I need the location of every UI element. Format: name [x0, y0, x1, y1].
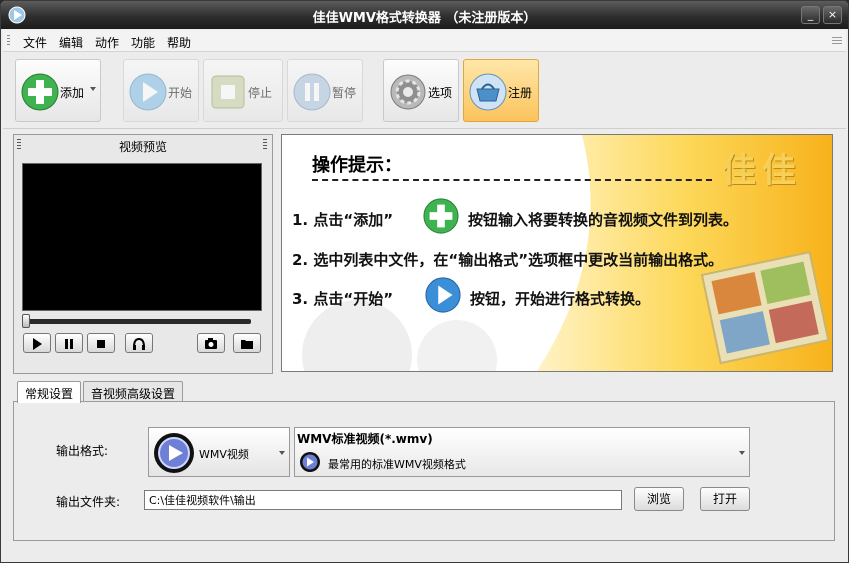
camera-icon: [205, 338, 217, 349]
menu-edit[interactable]: 编辑: [59, 34, 83, 51]
output-format-select[interactable]: WMV视频: [148, 427, 290, 477]
play-icon: [33, 338, 42, 350]
gear-icon: [390, 74, 426, 110]
options-button[interactable]: 选项: [383, 59, 459, 122]
tip-line-1-end: 按钮输入将要转换的音视频文件到列表。: [468, 211, 739, 229]
menu-grip-icon: [7, 35, 10, 47]
open-folder-button[interactable]: 打开: [700, 487, 750, 511]
tab-advanced-av-settings[interactable]: 音视频高级设置: [83, 381, 184, 402]
pause-icon: [293, 73, 331, 111]
pause-button-label: 暂停: [332, 86, 357, 100]
pause-control-button[interactable]: [55, 333, 83, 353]
tip-line-2: 2. 选中列表中文件，在“输出格式”选项框中更改当前输出格式。: [292, 251, 724, 269]
app-window: 佳佳WMV格式转换器 （未注册版本） _ × 文件 编辑 动作 功能 帮助 添加: [0, 0, 849, 563]
output-folder-label: 输出文件夹:: [56, 495, 121, 509]
tip-line-1-start: 1. 点击“添加”: [292, 211, 394, 229]
output-folder-input[interactable]: [144, 490, 622, 510]
chevron-down-icon: [739, 451, 745, 455]
stop-icon: [97, 340, 105, 348]
output-format-value: WMV视频: [199, 448, 249, 461]
format-preset-select[interactable]: WMV标准视频(*.wmv) 最常用的标准WMV视频格式: [294, 427, 750, 477]
options-button-label: 选项: [428, 86, 453, 100]
volume-control-button[interactable]: [125, 333, 153, 353]
stop-button[interactable]: 停止: [203, 59, 283, 122]
settings-tabs: 常规设置 音视频高级设置 输出格式: WMV视频 WMV标准视频(*.wmv): [13, 381, 835, 541]
stop-control-button[interactable]: [87, 333, 115, 353]
folder-icon: [241, 340, 253, 349]
menu-function[interactable]: 功能: [131, 34, 155, 51]
seek-slider-thumb[interactable]: [22, 314, 30, 328]
operation-tips-panel: 操作提示： 佳佳 1. 点击“添加” 按钮输入将要转换的音视频文件到列表。 2.…: [281, 134, 833, 372]
play-control-button[interactable]: [23, 333, 51, 353]
menu-file[interactable]: 文件: [23, 34, 47, 51]
stop-button-label: 停止: [248, 86, 273, 100]
browse-button[interactable]: 浏览: [634, 487, 684, 511]
basket-icon: [469, 73, 507, 111]
plus-icon: [423, 198, 459, 234]
menu-action[interactable]: 动作: [95, 34, 119, 51]
tips-divider: [312, 179, 712, 181]
video-preview-panel: 视频预览: [13, 134, 273, 374]
add-dropdown-arrow-icon[interactable]: [90, 87, 96, 91]
toolbar: 添加 开始 停止 暂停 选项 注册: [3, 53, 846, 129]
window-title: 佳佳WMV格式转换器 （未注册版本）: [312, 11, 537, 26]
start-button[interactable]: 开始: [123, 59, 199, 122]
menu-help[interactable]: 帮助: [167, 34, 191, 51]
play-icon: [129, 73, 167, 111]
headphones-icon: [133, 337, 145, 350]
wmv-preset-icon: [300, 452, 320, 472]
panel-grip-right-icon: [263, 139, 267, 149]
snapshot-button[interactable]: [197, 333, 225, 353]
plus-icon: [21, 73, 59, 111]
format-preset-title: WMV标准视频(*.wmv): [297, 432, 433, 446]
wmv-logo-icon: [154, 433, 194, 473]
seek-slider[interactable]: [24, 319, 251, 324]
status-bar: [3, 547, 846, 561]
video-preview-title: 视频预览: [118, 140, 167, 154]
close-button[interactable]: ×: [823, 6, 842, 24]
minimize-button[interactable]: _: [801, 6, 820, 24]
format-preset-description: 最常用的标准WMV视频格式: [328, 458, 466, 471]
title-bar[interactable]: 佳佳WMV格式转换器 （未注册版本） _ ×: [1, 1, 848, 29]
play-icon: [425, 277, 461, 313]
chevron-down-icon: [279, 451, 285, 455]
video-screen: [22, 163, 262, 311]
tab-general-settings[interactable]: 常规设置: [17, 381, 82, 403]
tips-heading: 操作提示：: [312, 155, 402, 176]
pause-icon: [65, 339, 73, 349]
stop-icon: [211, 75, 245, 109]
pause-button[interactable]: 暂停: [287, 59, 363, 122]
add-button-label: 添加: [60, 86, 85, 100]
menu-grip-right-icon: [832, 37, 842, 45]
open-snapshot-folder-button[interactable]: [233, 333, 261, 353]
register-button-label: 注册: [508, 86, 533, 100]
register-button[interactable]: 注册: [463, 59, 539, 122]
add-button[interactable]: 添加: [15, 59, 101, 122]
start-button-label: 开始: [168, 86, 193, 100]
general-settings-panel: 输出格式: WMV视频 WMV标准视频(*.wmv) 最常用的标准WMV视频格式: [13, 401, 835, 541]
tip-line-3-start: 3. 点击“开始”: [292, 290, 394, 308]
menu-bar: 文件 编辑 动作 功能 帮助: [3, 30, 846, 52]
tip-line-3-end: 按钮，开始进行格式转换。: [470, 290, 651, 308]
brand-watermark: 佳佳: [722, 151, 802, 191]
output-format-label: 输出格式:: [56, 444, 109, 458]
